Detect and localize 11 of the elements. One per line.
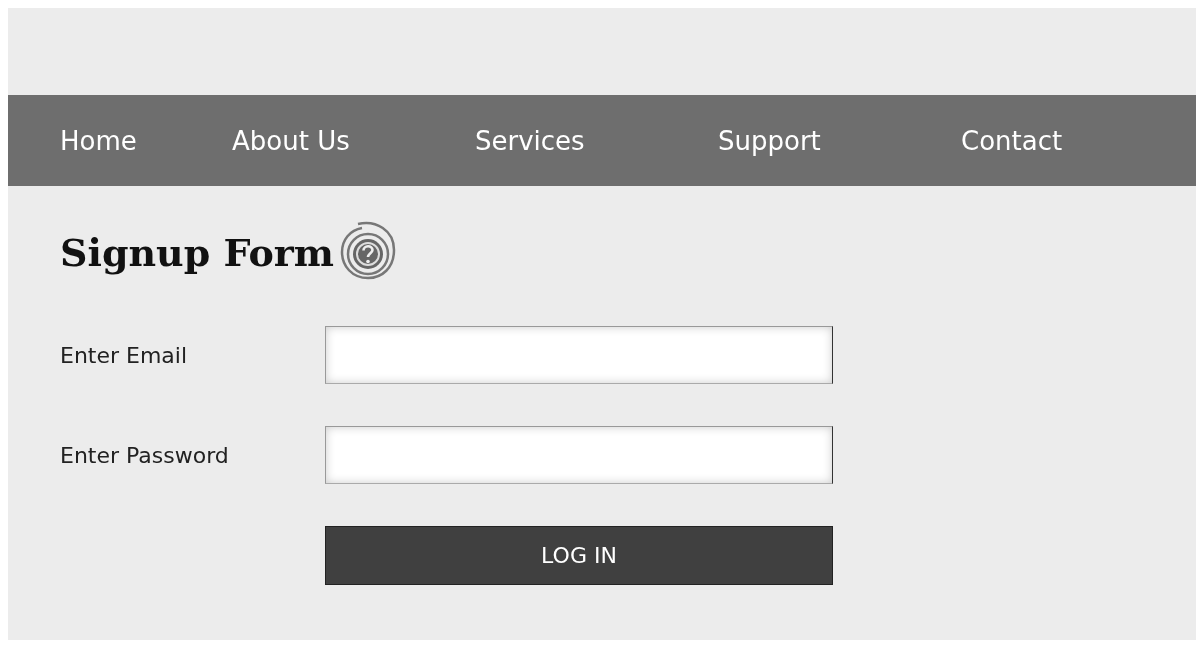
nav-link[interactable]: Services bbox=[475, 125, 718, 156]
input-field[interactable] bbox=[325, 326, 833, 384]
nav-link[interactable]: Support bbox=[718, 125, 961, 156]
log-in-button[interactable]: LOG IN bbox=[325, 526, 833, 585]
form-title: Signup Form bbox=[60, 229, 334, 275]
nav-link[interactable]: About Us bbox=[232, 125, 475, 156]
nav-link[interactable]: Home bbox=[60, 125, 232, 156]
field-label: Enter Email bbox=[60, 342, 189, 368]
input-field[interactable] bbox=[325, 426, 833, 484]
nav-link[interactable]: Contact bbox=[961, 125, 1063, 156]
field-label: Enter Password bbox=[60, 442, 230, 468]
